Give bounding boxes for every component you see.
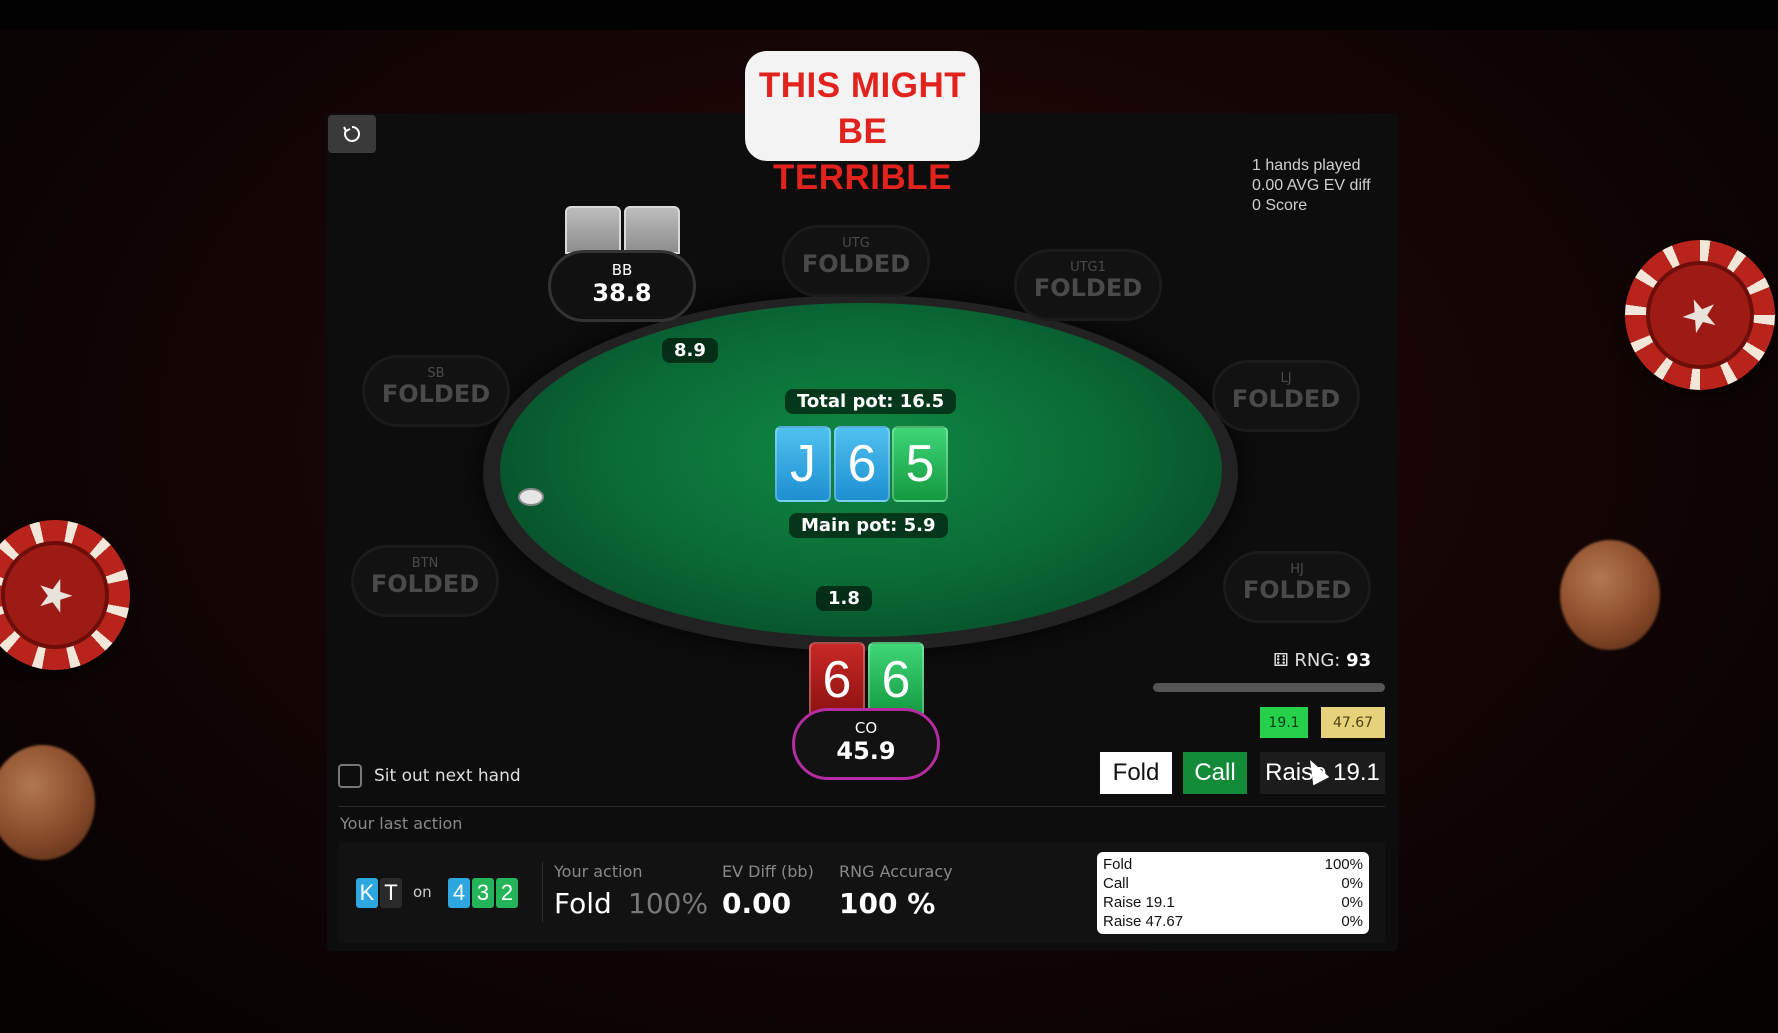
seat-stack: 38.8 — [592, 279, 652, 307]
rng-value: 93 — [1346, 650, 1372, 671]
banner-line-2: BE TERRIBLE — [773, 112, 952, 197]
caption-banner: THIS MIGHT BE TERRIBLE — [745, 51, 980, 197]
your-action-percent: 100% — [628, 887, 709, 920]
opponent-card-back — [565, 206, 621, 254]
last-board-card: 2 — [496, 878, 518, 908]
frequency-percent: 0% — [1341, 894, 1363, 911]
top-bar — [0, 0, 1778, 30]
seat-state: FOLDED — [1242, 576, 1352, 604]
seat-utg1: UTG1 FOLDED — [1014, 249, 1162, 321]
on-label: on — [413, 883, 432, 901]
dealer-button-icon — [518, 488, 544, 506]
bet-size-preset-b[interactable]: 47.67 — [1321, 707, 1385, 738]
bet-size-preset-a[interactable]: 19.1 — [1260, 707, 1308, 738]
frequency-percent: 0% — [1341, 875, 1363, 892]
seat-state: FOLDED — [1033, 274, 1143, 302]
seat-state: FOLDED — [1231, 385, 1341, 413]
seat-co: CO 45.9 — [792, 708, 940, 780]
last-board-card: 3 — [472, 878, 494, 908]
board-card: 5 — [892, 426, 948, 502]
frequency-percent: 0% — [1341, 913, 1363, 930]
rng-bar — [1153, 683, 1385, 692]
last-board-card: 4 — [448, 878, 470, 908]
strategy-frequency-table: Fold 100% Call 0% Raise 19.1 0% Raise 47… — [1097, 852, 1369, 934]
your-action-value: Fold — [554, 887, 612, 920]
rng-accuracy-label: RNG Accuracy — [839, 862, 953, 881]
board-card: 6 — [834, 426, 890, 502]
fold-button[interactable]: Fold — [1100, 752, 1172, 794]
seat-lj: LJ FOLDED — [1212, 360, 1360, 432]
frequency-row: Fold 100% — [1103, 855, 1363, 874]
sit-out-label: Sit out next hand — [374, 766, 521, 786]
hero-card: 6 — [868, 642, 924, 718]
frequency-action: Raise 19.1 — [1103, 894, 1175, 911]
reset-button[interactable] — [328, 115, 376, 153]
seat-position: SB — [427, 366, 445, 381]
total-pot: Total pot: 16.5 — [785, 389, 957, 414]
divider — [542, 862, 543, 922]
dice-icon: ⚅ — [1273, 650, 1289, 671]
rng-display: ⚅ RNG: 93 — [1273, 650, 1371, 671]
ev-diff-value: 0.00 — [722, 887, 792, 920]
seat-position: BB — [611, 261, 633, 279]
ev-diff-label: EV Diff (bb) — [722, 862, 814, 881]
seat-position: LJ — [1280, 371, 1292, 386]
refresh-icon — [343, 125, 361, 142]
seat-position: UTG1 — [1070, 260, 1106, 275]
sit-out-checkbox[interactable] — [338, 764, 362, 788]
seat-btn: BTN FOLDED — [351, 545, 499, 617]
frequency-row: Call 0% — [1103, 874, 1363, 893]
seat-stack: 45.9 — [836, 737, 896, 765]
seat-hj: HJ FOLDED — [1223, 551, 1371, 623]
seat-bb: BB 38.8 — [548, 250, 696, 322]
session-stats: 1 hands played 0.00 AVG EV diff 0 Score — [1252, 156, 1371, 216]
board-card: J — [775, 426, 831, 502]
poker-chip-decoration — [1560, 540, 1660, 650]
seat-state: FOLDED — [370, 570, 480, 598]
bet-amount-bb: 8.9 — [662, 338, 718, 363]
last-hand-card: T — [380, 878, 402, 908]
avg-ev-diff: 0.00 AVG EV diff — [1252, 177, 1371, 194]
last-hand-card: K — [356, 878, 378, 908]
call-button[interactable]: Call — [1183, 752, 1247, 794]
opponent-card-back — [624, 206, 680, 254]
frequency-row: Raise 47.67 0% — [1103, 912, 1363, 931]
sit-out-toggle[interactable]: Sit out next hand — [338, 764, 521, 788]
hands-played: 1 hands played — [1252, 157, 1361, 174]
seat-position: CO — [854, 719, 878, 737]
main-pot: Main pot: 5.9 — [789, 513, 948, 538]
seat-state: FOLDED — [381, 380, 491, 408]
divider — [339, 806, 1385, 807]
score: 0 Score — [1252, 197, 1308, 214]
bet-amount-co: 1.8 — [816, 586, 872, 611]
frequency-row: Raise 19.1 0% — [1103, 893, 1363, 912]
frequency-percent: 100% — [1324, 856, 1363, 873]
seat-sb: SB FOLDED — [362, 355, 510, 427]
seat-position: BTN — [411, 556, 439, 571]
seat-utg: UTG FOLDED — [782, 225, 930, 297]
hero-card: 6 — [809, 642, 865, 718]
frequency-action: Fold — [1103, 856, 1133, 873]
seat-state: FOLDED — [801, 250, 911, 278]
your-action-label: Your action — [554, 862, 643, 881]
rng-label: RNG: — [1294, 650, 1341, 671]
last-action-title: Your last action — [340, 814, 463, 833]
seat-position: HJ — [1290, 562, 1304, 577]
seat-position: UTG — [842, 236, 870, 251]
rng-accuracy-value: 100 % — [839, 887, 936, 920]
banner-line-1: THIS MIGHT — [758, 66, 967, 105]
frequency-action: Raise 47.67 — [1103, 913, 1184, 930]
frequency-action: Call — [1103, 875, 1129, 892]
